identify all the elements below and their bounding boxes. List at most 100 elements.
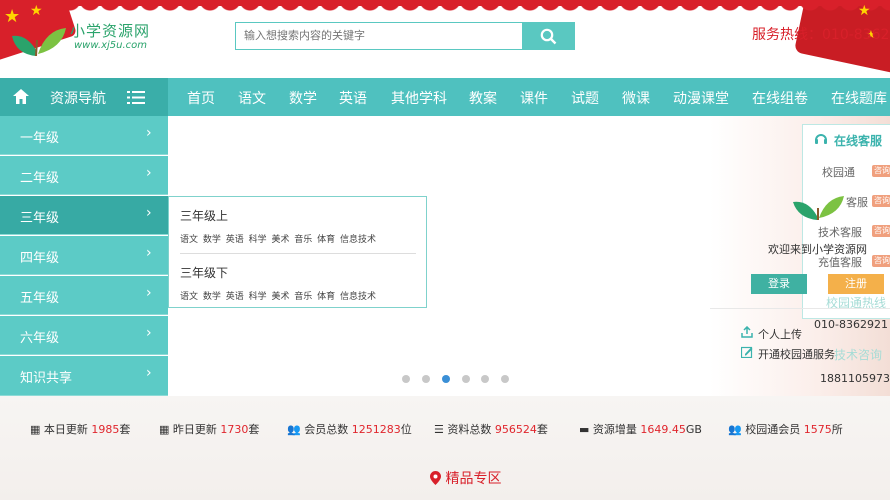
headset-icon bbox=[815, 134, 827, 144]
stat-today-updates: ▦ 本日更新 1985套 bbox=[30, 421, 130, 437]
consult-button[interactable]: 咨询 bbox=[872, 195, 890, 207]
search-input[interactable] bbox=[236, 23, 522, 49]
carousel-dot-6[interactable] bbox=[501, 375, 509, 383]
main-nav: 资源导航 首页 语文 数学 英语 其他学科 教案 课件 试题 微课 动漫课堂 在… bbox=[0, 78, 890, 116]
stat-unit: GB bbox=[685, 423, 702, 436]
cs-label-tech: 技术客服 bbox=[818, 226, 862, 239]
grade-label: 五年级 bbox=[20, 291, 60, 306]
stat-campus-members: 👥 校园通会员 1575所 bbox=[728, 421, 843, 437]
consult-button[interactable]: 咨询 bbox=[872, 165, 890, 177]
stat-value: 956524 bbox=[494, 423, 537, 436]
stat-yesterday-updates: ▦ 昨日更新 1730套 bbox=[159, 421, 259, 437]
users-icon: 👥 bbox=[728, 423, 742, 436]
nav-animation-class[interactable]: 动漫课堂 bbox=[673, 88, 729, 108]
chevron-right-icon: › bbox=[146, 245, 152, 261]
grade-label: 一年级 bbox=[20, 131, 60, 146]
nav-question-bank[interactable]: 在线题库 bbox=[831, 88, 887, 108]
sidebar-item-grade-6[interactable]: 六年级 › bbox=[0, 316, 168, 355]
stat-label: 资源增量 bbox=[592, 423, 637, 436]
stat-unit: 位 bbox=[400, 423, 412, 436]
grade-label: 知识共享 bbox=[20, 371, 73, 386]
nav-tests[interactable]: 试题 bbox=[571, 88, 599, 108]
chevron-right-icon: › bbox=[146, 205, 152, 221]
register-button[interactable]: 注册 bbox=[828, 274, 884, 294]
logo-text[interactable]: 小学资源网 bbox=[70, 20, 150, 41]
panel-divider bbox=[710, 308, 890, 309]
stat-members: 👥 会员总数 1251283位 bbox=[287, 421, 412, 437]
sidebar-item-grade-4[interactable]: 四年级 › bbox=[0, 236, 168, 275]
header: ★ ★ ★ ★ 小学资源网 www.xj5u.com 服务热线：010-8362… bbox=[0, 0, 890, 78]
stat-label: 校园通会员 bbox=[745, 423, 801, 436]
sidebar-item-knowledge-share[interactable]: 知识共享 › bbox=[0, 356, 168, 396]
nav-online-paper[interactable]: 在线组卷 bbox=[752, 88, 808, 108]
home-icon bbox=[13, 89, 29, 104]
submenu-title-second-term[interactable]: 三年级下 bbox=[180, 264, 228, 281]
list-icon bbox=[127, 91, 145, 104]
carousel-dot-5[interactable] bbox=[481, 375, 489, 383]
folder-icon: ▬ bbox=[579, 423, 590, 436]
users-icon: 👥 bbox=[287, 423, 301, 436]
sidebar-item-grade-2[interactable]: 二年级 › bbox=[0, 156, 168, 195]
submenu-subjects-second-term[interactable]: 语文 数学 英语 科学 美术 音乐 体育 信息技术 bbox=[180, 289, 376, 302]
stat-label: 会员总数 bbox=[304, 423, 349, 436]
stat-value: 1730 bbox=[220, 423, 249, 436]
stat-value: 1251283 bbox=[351, 423, 401, 436]
stat-label: 本日更新 bbox=[43, 423, 88, 436]
chevron-right-icon: › bbox=[146, 325, 152, 341]
submenu-subjects-first-term[interactable]: 语文 数学 英语 科学 美术 音乐 体育 信息技术 bbox=[180, 232, 376, 245]
nav-chinese[interactable]: 语文 bbox=[238, 88, 266, 108]
carousel-dot-2[interactable] bbox=[422, 375, 430, 383]
grade-label: 四年级 bbox=[20, 251, 60, 266]
logo-leaf-icon bbox=[793, 196, 844, 220]
featured-section-title[interactable]: 精品专区 bbox=[445, 471, 501, 487]
logo[interactable] bbox=[6, 14, 68, 60]
consult-button[interactable]: 咨询 bbox=[872, 225, 890, 237]
nav-math[interactable]: 数学 bbox=[289, 88, 317, 108]
nav-other-subjects[interactable]: 其他学科 bbox=[391, 88, 447, 108]
open-campus-service-link[interactable]: 开通校园通服务 bbox=[758, 346, 835, 362]
stat-label: 资料总数 bbox=[447, 423, 492, 436]
nav-lesson-plans[interactable]: 教案 bbox=[469, 88, 497, 108]
resource-nav-toggle[interactable]: 资源导航 bbox=[0, 78, 168, 116]
sidebar-item-grade-3[interactable]: 三年级 › bbox=[0, 196, 168, 235]
stat-unit: 套 bbox=[119, 423, 131, 436]
submenu-divider bbox=[180, 253, 416, 254]
grade-label: 六年级 bbox=[20, 331, 60, 346]
chevron-right-icon: › bbox=[146, 285, 152, 301]
logo-url: www.xj5u.com bbox=[74, 40, 148, 51]
stat-materials: ☰ 资料总数 956524套 bbox=[434, 421, 548, 437]
star-icon: ★ bbox=[858, 3, 871, 19]
stat-unit: 套 bbox=[536, 423, 548, 436]
stat-unit: 套 bbox=[248, 423, 260, 436]
resource-nav-label: 资源导航 bbox=[50, 91, 106, 107]
grade-label: 二年级 bbox=[20, 171, 60, 186]
grade-submenu: 三年级上 语文 数学 英语 科学 美术 音乐 体育 信息技术 三年级下 语文 数… bbox=[168, 196, 427, 308]
nav-english[interactable]: 英语 bbox=[339, 88, 367, 108]
nav-home[interactable]: 首页 bbox=[187, 88, 215, 108]
sidebar-item-grade-5[interactable]: 五年级 › bbox=[0, 276, 168, 315]
calendar-icon: ▦ bbox=[159, 423, 170, 436]
tech-phone-number: 18811059739 bbox=[820, 372, 890, 385]
consult-button[interactable]: 咨询 bbox=[872, 255, 890, 267]
stat-value: 1985 bbox=[91, 423, 120, 436]
personal-upload-link[interactable]: 个人上传 bbox=[758, 326, 802, 342]
submenu-title-first-term[interactable]: 三年级上 bbox=[180, 207, 228, 224]
carousel-dot-4[interactable] bbox=[462, 375, 470, 383]
stat-unit: 所 bbox=[831, 423, 843, 436]
location-pin-icon bbox=[430, 471, 441, 485]
login-button[interactable]: 登录 bbox=[751, 274, 807, 294]
calendar-icon: ▦ bbox=[30, 423, 41, 436]
cs-label-campus: 校园通 bbox=[822, 166, 855, 179]
search-button[interactable] bbox=[522, 23, 575, 49]
stat-label: 昨日更新 bbox=[172, 423, 217, 436]
tech-consult-title: 技术咨询 bbox=[834, 348, 883, 362]
carousel-dot-1[interactable] bbox=[402, 375, 410, 383]
carousel-dot-3[interactable] bbox=[442, 375, 450, 383]
cs-label-service: 客服 bbox=[846, 196, 868, 209]
sidebar-item-grade-1[interactable]: 一年级 › bbox=[0, 116, 168, 155]
nav-micro-lessons[interactable]: 微课 bbox=[622, 88, 650, 108]
grade-label: 三年级 bbox=[20, 211, 60, 226]
nav-courseware[interactable]: 课件 bbox=[520, 88, 548, 108]
hotline-number: 010-8362921 bbox=[814, 318, 888, 331]
chevron-right-icon: › bbox=[146, 365, 152, 381]
